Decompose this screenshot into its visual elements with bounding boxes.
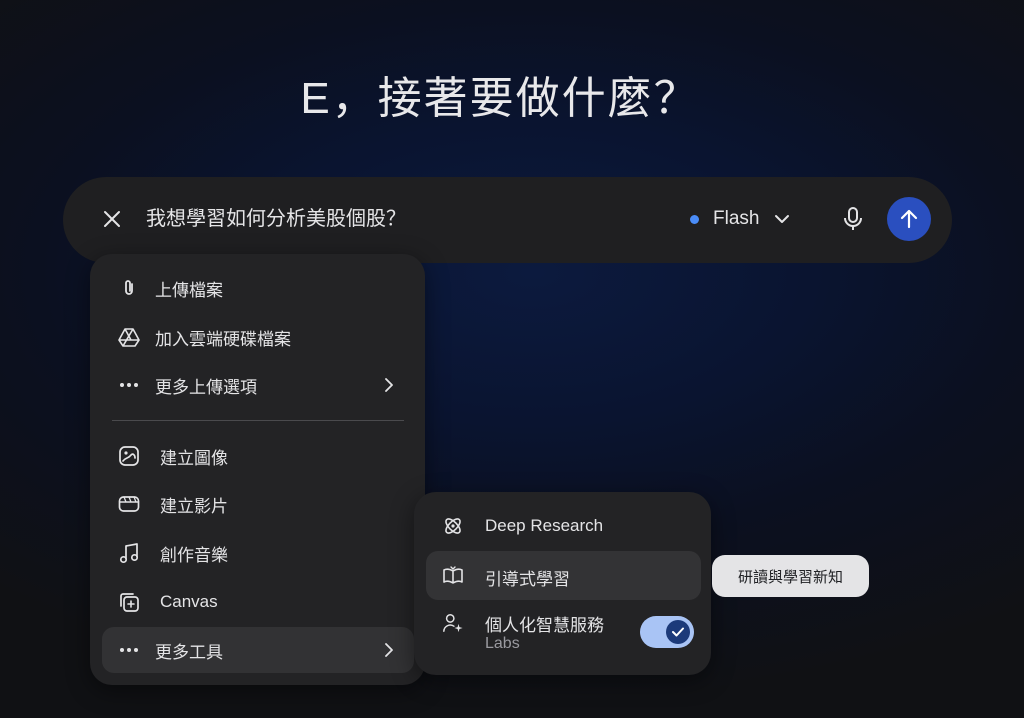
send-button[interactable] xyxy=(887,197,931,241)
menu-item-label: 建立圖像 xyxy=(160,448,228,468)
menu-item-label: 建立影片 xyxy=(160,496,228,516)
personalization-toggle[interactable] xyxy=(640,616,694,648)
book-icon xyxy=(442,564,464,586)
menu-item-label: 更多工具 xyxy=(155,642,223,662)
check-icon xyxy=(672,627,684,637)
menu-item-more-tools[interactable]: 更多工具 xyxy=(102,627,414,673)
model-label: Flash xyxy=(713,208,760,229)
arrow-up-icon xyxy=(900,209,918,229)
model-selector[interactable]: Flash xyxy=(690,204,791,234)
more-tools-submenu: Deep Research 引導式學習 個人化智慧服務 Labs xyxy=(414,492,711,675)
menu-item-upload-file[interactable]: 上傳檔案 xyxy=(102,265,414,311)
toggle-knob xyxy=(666,620,690,644)
close-icon xyxy=(104,211,120,227)
canvas-icon xyxy=(118,591,140,613)
prompt-input[interactable]: 我想學習如何分析美股個股？ xyxy=(146,205,406,233)
menu-item-create-video[interactable]: 建立影片 xyxy=(102,481,414,527)
tools-menu: 上傳檔案 加入雲端硬碟檔案 更多上傳選項 建立圖像 建立影片 創作音樂 Canv… xyxy=(90,254,425,685)
paperclip-icon xyxy=(118,277,140,299)
menu-item-label: 上傳檔案 xyxy=(155,280,223,300)
menu-divider xyxy=(112,420,404,421)
person-sparkle-icon xyxy=(442,612,464,634)
microphone-button[interactable] xyxy=(838,204,868,234)
menu-item-label: 更多上傳選項 xyxy=(155,377,257,397)
chevron-down-icon xyxy=(775,215,790,223)
image-icon xyxy=(118,445,140,467)
menu-item-more-upload[interactable]: 更多上傳選項 xyxy=(102,362,414,408)
menu-item-canvas[interactable]: Canvas xyxy=(102,579,414,625)
submenu-item-label: 個人化智慧服務 xyxy=(485,616,604,635)
music-icon xyxy=(118,542,140,564)
menu-item-label: 創作音樂 xyxy=(160,545,228,565)
page-title: E，接著要做什麼？ xyxy=(300,74,700,123)
submenu-item-guided-learning[interactable]: 引導式學習 xyxy=(426,551,701,600)
menu-item-label: Canvas xyxy=(160,592,218,611)
menu-item-create-music[interactable]: 創作音樂 xyxy=(102,530,414,576)
deep-research-icon xyxy=(442,515,464,537)
chevron-right-icon xyxy=(382,643,396,657)
tooltip: 研讀與學習新知 xyxy=(712,555,869,597)
menu-item-create-image[interactable]: 建立圖像 xyxy=(102,433,414,479)
submenu-item-personalization[interactable]: 個人化智慧服務 Labs xyxy=(426,602,701,664)
drive-icon xyxy=(118,326,140,348)
submenu-item-label: 引導式學習 xyxy=(485,570,570,589)
model-status-dot xyxy=(690,214,699,224)
more-horiz-icon xyxy=(118,374,140,396)
mic-icon xyxy=(844,207,862,230)
menu-item-label: 加入雲端硬碟檔案 xyxy=(155,329,291,349)
submenu-item-deep-research[interactable]: Deep Research xyxy=(426,503,701,549)
more-horiz-icon xyxy=(118,639,140,661)
submenu-item-label: Deep Research xyxy=(485,516,604,535)
submenu-item-sublabel: Labs xyxy=(485,635,520,652)
chevron-right-icon xyxy=(382,378,396,392)
video-icon xyxy=(118,493,140,515)
menu-item-drive-file[interactable]: 加入雲端硬碟檔案 xyxy=(102,314,414,360)
close-button[interactable] xyxy=(98,205,126,233)
